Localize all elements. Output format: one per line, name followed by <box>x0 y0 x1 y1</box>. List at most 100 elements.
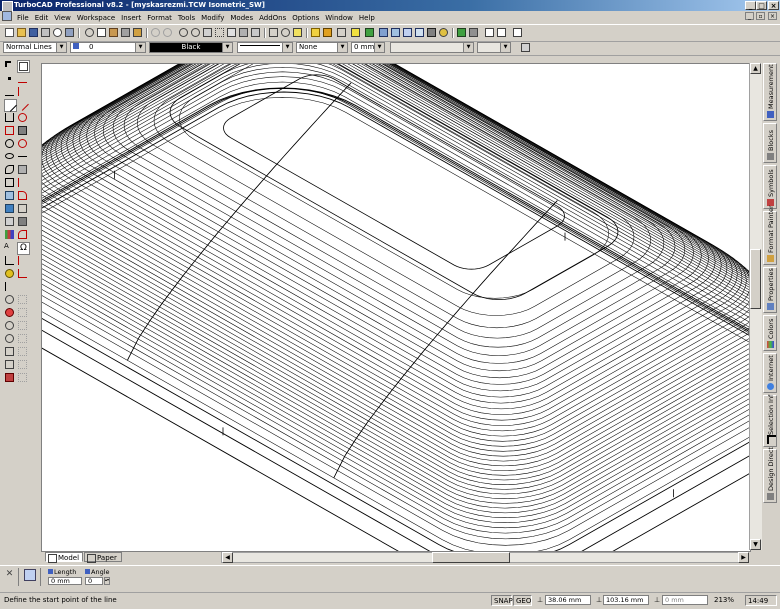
tab-paper[interactable]: Paper <box>84 552 122 563</box>
tab-measurement[interactable]: Measurement <box>763 63 777 121</box>
pan-icon[interactable] <box>202 27 213 38</box>
render-icon[interactable] <box>310 27 321 38</box>
line-width-select[interactable]: 0 mm ▼ <box>351 42 385 53</box>
view-icon[interactable] <box>468 27 479 38</box>
menu-edit[interactable]: Edit <box>32 13 52 24</box>
vertical-scroll-thumb[interactable] <box>750 249 761 309</box>
vertical-scrollbar[interactable]: ▲ ▼ <box>749 63 762 550</box>
angle-spinner[interactable]: ▴▾ <box>104 577 110 585</box>
snap-perp-icon[interactable] <box>17 333 28 344</box>
chamfer-icon[interactable] <box>17 203 28 214</box>
zoom-icon[interactable] <box>190 27 201 38</box>
materials-icon[interactable] <box>364 27 375 38</box>
scroll-right-button[interactable]: ▶ <box>738 552 749 563</box>
dimension-icon[interactable] <box>292 27 303 38</box>
cone-icon[interactable] <box>17 164 28 175</box>
scroll-up-button[interactable]: ▲ <box>750 63 761 74</box>
snap-middle-icon[interactable] <box>4 307 15 318</box>
menu-file[interactable]: File <box>14 13 32 24</box>
x-coordinate[interactable]: 38.06 mm <box>545 595 591 605</box>
tab-selection-info[interactable]: Selection Inf <box>763 395 777 447</box>
snap-intersection-icon[interactable] <box>17 320 28 331</box>
tab-symbols[interactable]: Symbols <box>763 165 777 209</box>
snap-icon[interactable] <box>4 268 15 279</box>
box-3d-icon[interactable] <box>17 125 28 136</box>
print-icon[interactable] <box>40 27 51 38</box>
tab-format-painter[interactable]: Format Painter <box>763 205 777 265</box>
menu-view[interactable]: View <box>51 13 74 24</box>
pen-color-select[interactable]: Black ▼ <box>149 42 233 53</box>
menu-workspace[interactable]: Workspace <box>74 13 118 24</box>
rectangle-icon[interactable] <box>4 125 15 136</box>
save-icon[interactable] <box>28 27 39 38</box>
horizontal-scrollbar[interactable]: ◀ ▶ <box>221 552 749 563</box>
close-button[interactable]: × <box>768 1 779 10</box>
mirror-icon[interactable] <box>17 255 28 266</box>
options-icon[interactable] <box>24 569 36 581</box>
context-help-icon[interactable] <box>512 27 523 38</box>
line-tool-icon[interactable] <box>17 86 28 97</box>
cube-side-icon[interactable] <box>402 27 413 38</box>
dimension-tool-icon[interactable] <box>4 255 15 266</box>
menu-modes[interactable]: Modes <box>227 13 256 24</box>
line-style-select[interactable]: Normal Lines ▼ <box>3 42 67 53</box>
sphere-icon[interactable] <box>17 138 28 149</box>
properties-icon[interactable] <box>496 27 507 38</box>
doc-restore-button[interactable]: ▫ <box>756 12 765 20</box>
horizontal-scroll-thumb[interactable] <box>432 552 510 563</box>
menu-tools[interactable]: Tools <box>175 13 198 24</box>
text-tool-icon[interactable]: A <box>4 242 15 253</box>
point-icon[interactable] <box>4 73 15 84</box>
layer-select[interactable]: 0 ▼ <box>70 42 146 53</box>
menu-insert[interactable]: Insert <box>118 13 144 24</box>
cube-top-icon[interactable] <box>390 27 401 38</box>
close-inspector-icon[interactable]: ✕ <box>4 569 15 580</box>
camera-icon[interactable] <box>426 27 437 38</box>
menu-modify[interactable]: Modify <box>198 13 227 24</box>
cube-front-icon[interactable] <box>378 27 389 38</box>
print-preview-icon[interactable] <box>52 27 63 38</box>
redo-icon[interactable] <box>162 27 173 38</box>
format-painter-icon[interactable] <box>132 27 143 38</box>
snap-color-icon[interactable] <box>17 359 28 370</box>
render-quality-icon[interactable] <box>322 27 333 38</box>
fill-select[interactable]: None ▼ <box>296 42 348 53</box>
workplane-icon[interactable] <box>250 27 261 38</box>
circle-icon[interactable] <box>178 27 189 38</box>
snap-vertex-icon[interactable] <box>4 294 15 305</box>
tab-colors[interactable]: Colors <box>763 315 777 351</box>
extrude-icon[interactable] <box>17 216 28 227</box>
menu-format[interactable]: Format <box>144 13 175 24</box>
circle-tool-icon[interactable] <box>4 138 15 149</box>
snap-tangent-icon[interactable] <box>4 333 15 344</box>
z-coordinate[interactable]: 0 mm <box>662 595 708 605</box>
polyline-icon[interactable] <box>4 112 15 123</box>
menu-help[interactable]: Help <box>356 13 378 24</box>
snap-nearest-icon[interactable] <box>4 346 15 357</box>
arrow-icon[interactable] <box>4 281 15 292</box>
snap-arc-icon[interactable] <box>4 372 15 383</box>
snap-toggle[interactable]: SNAP <box>491 595 513 606</box>
hatch-icon[interactable] <box>4 190 15 201</box>
tab-design-director[interactable]: Design Direct <box>763 447 777 503</box>
doc-close-button[interactable]: × <box>768 12 777 20</box>
layer-manager-icon[interactable] <box>520 42 531 53</box>
y-coordinate[interactable]: 103.16 mm <box>603 595 649 605</box>
doc-minimize-button[interactable]: _ <box>745 12 754 20</box>
undo-icon[interactable] <box>150 27 161 38</box>
chart-icon[interactable] <box>4 229 15 240</box>
paste-icon[interactable] <box>108 27 119 38</box>
length-input[interactable]: 0 mm <box>48 577 82 585</box>
menu-options[interactable]: Options <box>289 13 322 24</box>
snap-drawing-aid-icon[interactable] <box>17 372 28 383</box>
tools-icon[interactable] <box>64 27 75 38</box>
tab-blocks[interactable]: Blocks <box>763 123 777 163</box>
trim-icon[interactable] <box>17 177 28 188</box>
polygon-icon[interactable] <box>4 177 15 188</box>
snap-center-icon[interactable] <box>17 307 28 318</box>
menu-addons[interactable]: AddOns <box>256 13 289 24</box>
wireframe-icon[interactable] <box>336 27 347 38</box>
geo-toggle[interactable]: GEO <box>513 595 532 606</box>
empty-select-1[interactable]: ▼ <box>390 42 474 53</box>
angle-icon[interactable] <box>17 268 28 279</box>
